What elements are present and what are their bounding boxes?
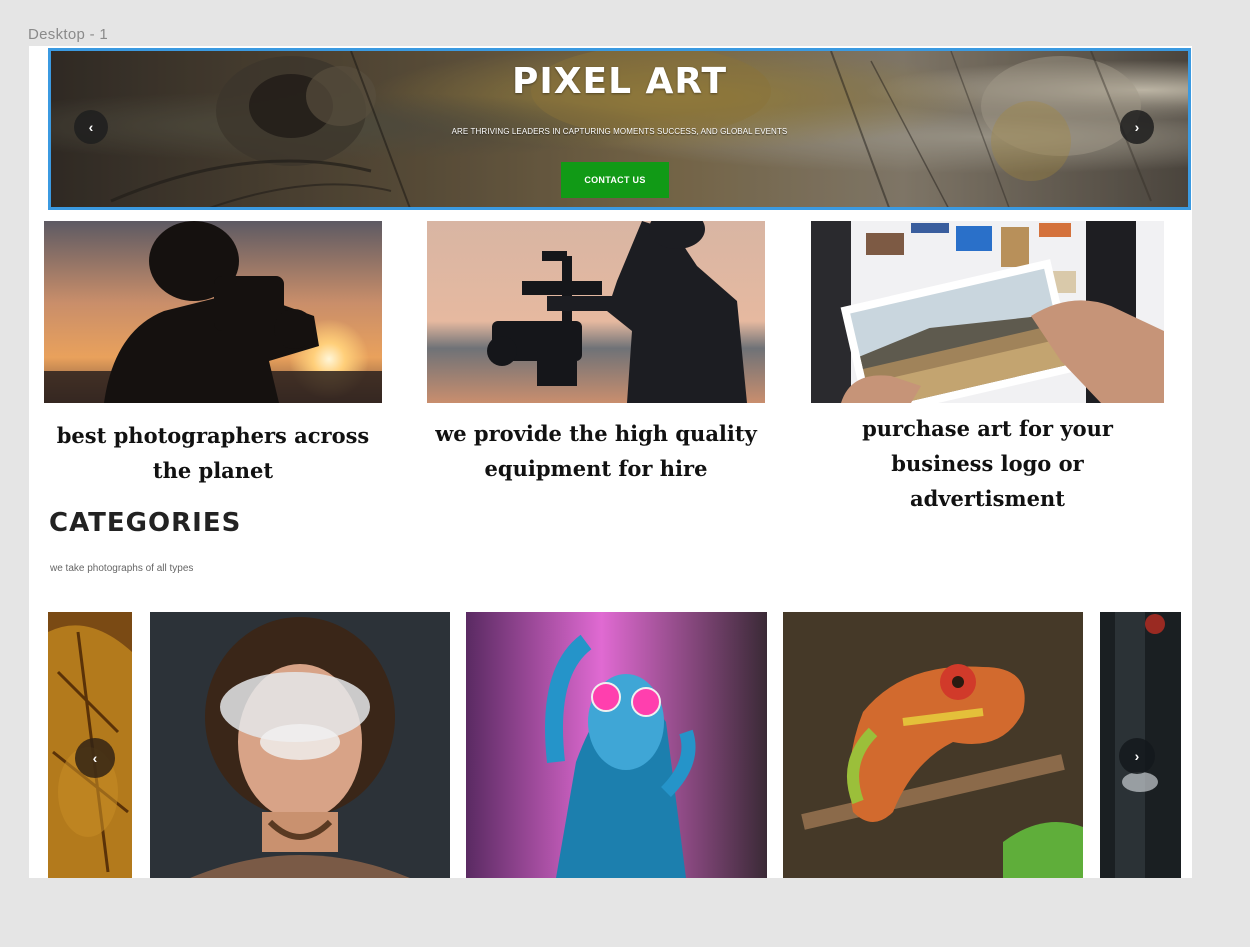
categories-next-button[interactable]: › xyxy=(1119,738,1155,774)
chevron-right-icon: › xyxy=(1134,748,1140,764)
category-image-chameleon[interactable] xyxy=(783,612,1083,878)
categories-subtitle: we take photographs of all types xyxy=(50,563,194,574)
chevron-left-icon: ‹ xyxy=(92,750,98,766)
category-image-smoke-portrait[interactable] xyxy=(150,612,450,878)
contact-us-button[interactable]: CONTACT US xyxy=(561,162,669,198)
hero-next-button[interactable]: › xyxy=(1120,110,1154,144)
hero-subtitle: ARE THRIVING LEADERS IN CAPTURING MOMENT… xyxy=(451,127,788,136)
feature-image-equipment xyxy=(427,221,765,403)
chevron-right-icon: › xyxy=(1134,119,1140,135)
feature-text-equipment: we provide the high quality equipment fo… xyxy=(435,421,757,481)
categories-prev-button[interactable]: ‹ xyxy=(75,738,115,778)
chevron-left-icon: ‹ xyxy=(88,119,94,135)
desktop-frame: PIXEL ART ARE THRIVING LEADERS IN CAPTUR… xyxy=(29,46,1192,878)
feature-text-photographers: best photographers across the planet xyxy=(56,423,370,483)
frame-label: Desktop - 1 xyxy=(28,26,108,43)
hero-title: PIXEL ART xyxy=(511,61,728,102)
category-image-neon-portrait[interactable] xyxy=(466,612,767,878)
categories-title: CATEGORIES xyxy=(49,508,242,538)
hero-prev-button[interactable]: ‹ xyxy=(74,110,108,144)
feature-image-art-print xyxy=(811,221,1164,403)
hero-slider[interactable]: PIXEL ART ARE THRIVING LEADERS IN CAPTUR… xyxy=(48,48,1191,210)
feature-text-purchase-art: purchase art for your business logo or a… xyxy=(862,416,1113,511)
feature-image-photographer xyxy=(44,221,382,403)
